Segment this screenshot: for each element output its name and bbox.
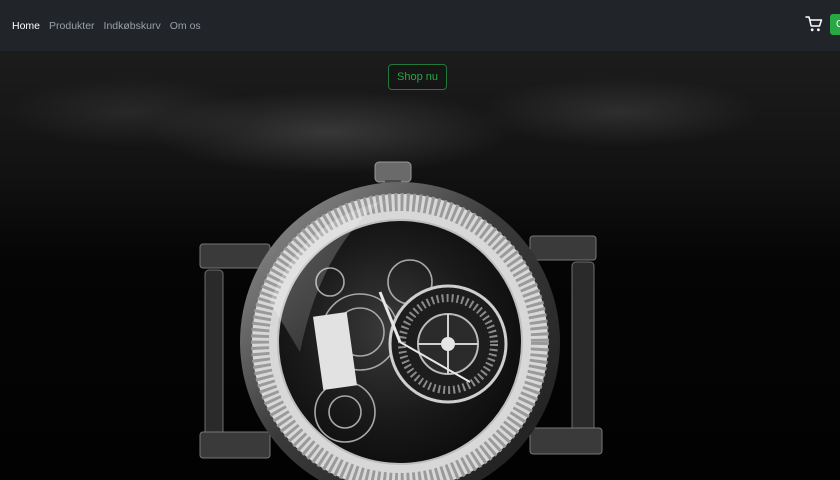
nav-link-indkobskurv[interactable]: Indkøbskurv [104, 20, 161, 32]
nav-link-produkter[interactable]: Produkter [49, 20, 95, 32]
shop-now-button[interactable]: Shop nu [388, 64, 447, 90]
hero-section: Shop nu [0, 52, 840, 480]
wristwatch-photo [199, 161, 603, 480]
shopping-cart-icon[interactable] [805, 15, 823, 33]
navbar: Home Produkter Indkøbskurv Om os C [0, 0, 840, 52]
navbar-green-button[interactable]: C [830, 14, 840, 35]
nav-link-om-os[interactable]: Om os [170, 20, 201, 32]
nav-links: Home Produkter Indkøbskurv Om os [12, 0, 210, 52]
nav-link-home[interactable]: Home [12, 20, 40, 32]
